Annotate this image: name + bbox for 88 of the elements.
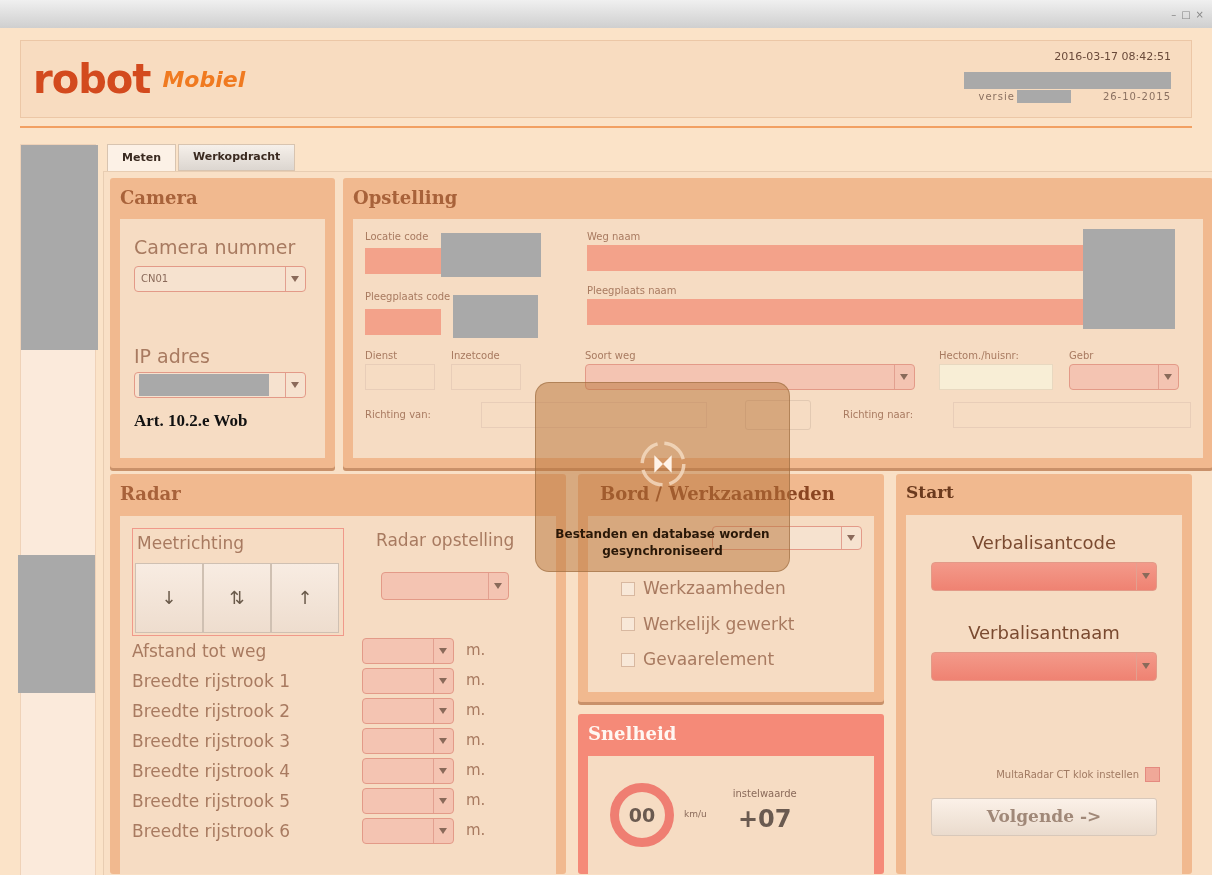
- field-label: Breedte rijstrook 1: [132, 669, 291, 692]
- panel-title: Start: [906, 481, 955, 504]
- field-label: Hectom./huisnr:: [939, 349, 1020, 363]
- unit-label: m.: [466, 670, 486, 692]
- panel-title: Radar: [120, 482, 182, 506]
- field-label: Weg naam: [587, 230, 642, 244]
- caret-icon: [439, 677, 447, 684]
- window-control[interactable]: ×: [1195, 6, 1204, 22]
- version-label: versie: [978, 89, 1015, 104]
- checkbox-label: Werkelijk gewerkt: [643, 612, 795, 636]
- caret-icon: [439, 827, 447, 834]
- field-label: Dienst: [365, 349, 399, 363]
- direction-button[interactable]: ↓: [135, 562, 203, 633]
- field-label: Breedte rijstrook 4: [132, 759, 291, 782]
- field-label: IP adres: [134, 344, 210, 367]
- field-label: Inzetcode: [451, 349, 501, 363]
- unit-label: m.: [466, 790, 486, 812]
- field-label: Soort weg: [585, 349, 637, 363]
- caret-icon: [439, 797, 447, 804]
- checkbox-label: Werkzaamheden: [643, 577, 786, 600]
- next-button[interactable]: Volgende ->: [931, 797, 1157, 836]
- unit-label: m.: [466, 640, 486, 662]
- version-date: 26-10-2015: [1102, 89, 1171, 104]
- checkbox[interactable]: [1145, 766, 1160, 782]
- app-name: Mobiel: [162, 65, 246, 94]
- sync-message: Bestanden en database worden gesynchroniseerd: [554, 526, 771, 560]
- field-label: Pleegplaats naam: [587, 284, 678, 298]
- speed-value: 00: [628, 802, 656, 828]
- field-label: Meetrichting: [136, 532, 246, 555]
- field-label: Richting naar:: [843, 408, 915, 422]
- field-label: Richting van:: [365, 408, 432, 422]
- direction-button[interactable]: ↑: [271, 562, 339, 633]
- setting-value: +07: [738, 803, 792, 835]
- caret-icon: [900, 374, 908, 380]
- caret-icon: [291, 275, 299, 282]
- date-time: 2016-03-17 08:42:51: [1054, 49, 1171, 65]
- caret-icon: [847, 535, 855, 541]
- redaction-note: Art. 10.2.e Wob: [134, 410, 249, 432]
- input-field[interactable]: [587, 299, 1083, 325]
- field-label: Verbalisantnaam: [968, 621, 1120, 643]
- panel-title: Camera: [120, 186, 199, 210]
- window-control[interactable]: –: [1171, 6, 1177, 22]
- tab[interactable]: Meten: [107, 144, 176, 171]
- field-label: Verbalisantcode: [971, 530, 1117, 555]
- setting-label: instelwaarde: [732, 786, 797, 801]
- field-label: Gebr: [1069, 349, 1095, 363]
- field-label: Pleegplaats code: [365, 290, 452, 304]
- dropdown[interactable]: CN01: [134, 265, 306, 292]
- caret-icon: [439, 707, 447, 714]
- unit-label: km/u: [684, 808, 707, 822]
- unit-label: m.: [466, 760, 486, 782]
- caret-icon: [1142, 573, 1150, 579]
- input-field[interactable]: [481, 402, 707, 428]
- field-label: Locatie code: [365, 230, 430, 244]
- window-control[interactable]: □: [1181, 6, 1191, 22]
- panel-title: Snelheid: [588, 722, 678, 746]
- dropdown-value: CN01: [141, 272, 169, 286]
- field-label: Camera nummer: [134, 235, 297, 260]
- unit-label: m.: [466, 820, 486, 842]
- panel-title: Bord / Werkzaamheden: [599, 482, 836, 506]
- checkbox[interactable]: [621, 652, 635, 667]
- caret-icon: [439, 767, 447, 774]
- unit-label: m.: [466, 700, 486, 722]
- caret-icon: [439, 647, 447, 654]
- input-field[interactable]: [587, 245, 1083, 271]
- caret-icon: [1142, 663, 1150, 669]
- caret-icon: [1164, 374, 1172, 380]
- field-label: Breedte rijstrook 3: [132, 729, 291, 752]
- field-label: Radar opstelling: [376, 529, 515, 552]
- direction-button[interactable]: ⇅: [203, 562, 271, 633]
- logo: robot: [33, 59, 151, 99]
- caret-icon: [291, 382, 299, 388]
- unit-label: m.: [466, 730, 486, 752]
- caret-icon: [439, 737, 447, 744]
- field-label: Afstand tot weg: [132, 639, 268, 662]
- checkbox[interactable]: [621, 581, 635, 596]
- field-label: Breedte rijstrook 2: [132, 699, 291, 722]
- field-label: Breedte rijstrook 6: [132, 819, 291, 842]
- checkbox-label: Gevaarelement: [643, 648, 775, 671]
- checkbox[interactable]: [621, 617, 635, 632]
- field-label: Breedte rijstrook 5: [132, 789, 291, 812]
- caret-icon: [494, 582, 503, 589]
- tab[interactable]: Werkopdracht: [177, 144, 296, 171]
- checkbox-label: MultaRadar CT klok instellen: [996, 767, 1139, 782]
- panel-title: Opstelling: [353, 186, 459, 210]
- input-field[interactable]: [365, 308, 441, 335]
- swap-button[interactable]: [745, 400, 811, 430]
- input-field[interactable]: [365, 248, 441, 274]
